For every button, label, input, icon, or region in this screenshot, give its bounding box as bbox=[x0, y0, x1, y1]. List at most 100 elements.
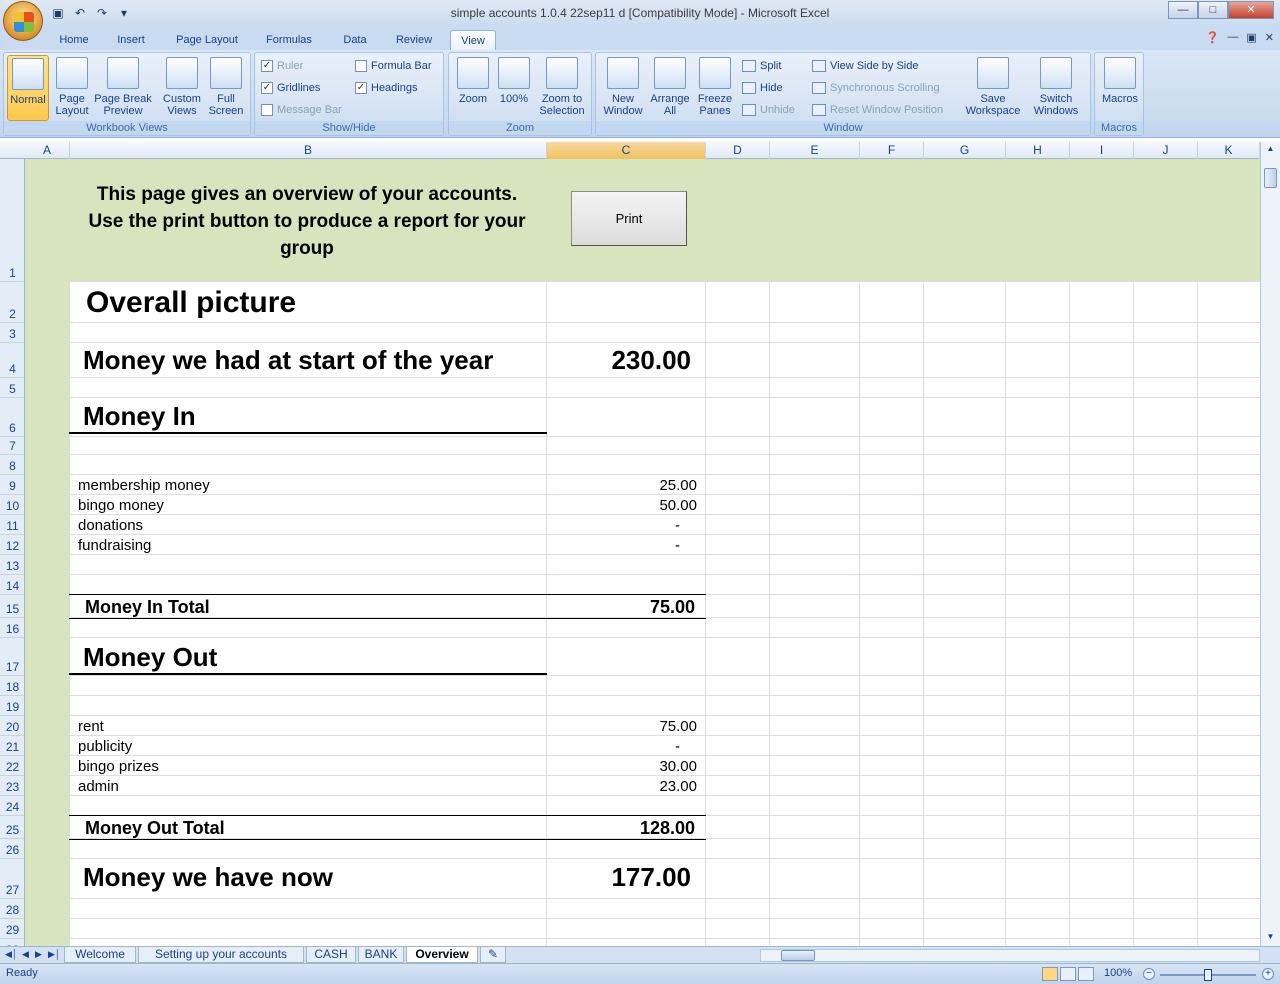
maximize-button[interactable]: □ bbox=[1198, 1, 1228, 19]
column-header[interactable]: B bbox=[70, 142, 547, 159]
normal-view-icon[interactable] bbox=[1042, 967, 1058, 981]
page-break-preview-button[interactable]: Page Break Preview bbox=[92, 55, 154, 121]
zoom-out-icon[interactable]: − bbox=[1143, 968, 1155, 980]
row-header[interactable]: 20 bbox=[0, 716, 24, 736]
new-window-button[interactable]: New Window bbox=[600, 55, 646, 121]
ruler-checkbox[interactable]: ✓ Ruler bbox=[261, 57, 303, 75]
row-header[interactable]: 15 bbox=[0, 595, 24, 618]
zoom-slider-knob[interactable] bbox=[1204, 969, 1212, 981]
row-header[interactable]: 14 bbox=[0, 575, 24, 595]
row-header[interactable]: 23 bbox=[0, 776, 24, 796]
row-header[interactable]: 1 bbox=[0, 159, 24, 282]
row-header[interactable]: 4 bbox=[0, 343, 24, 378]
row-header[interactable]: 25 bbox=[0, 816, 24, 839]
reset-window-position-button[interactable]: Reset Window Position bbox=[812, 101, 943, 119]
zoom-level[interactable]: 100% bbox=[1104, 967, 1132, 979]
prev-sheet-icon[interactable]: ◀ bbox=[22, 949, 29, 960]
column-header[interactable]: J bbox=[1134, 142, 1198, 159]
freeze-panes-button[interactable]: Freeze Panes bbox=[694, 55, 736, 121]
row-header[interactable]: 16 bbox=[0, 618, 24, 638]
tab-insert[interactable]: Insert bbox=[108, 30, 154, 50]
column-header[interactable]: E bbox=[770, 142, 860, 159]
sheet-tab-bank[interactable]: BANK bbox=[358, 947, 404, 963]
row-header[interactable]: 21 bbox=[0, 736, 24, 756]
column-header[interactable]: K bbox=[1198, 142, 1260, 159]
print-button[interactable]: Print bbox=[571, 191, 687, 246]
next-sheet-icon[interactable]: ▶ bbox=[35, 949, 42, 960]
row-header[interactable]: 13 bbox=[0, 555, 24, 575]
row-header[interactable]: 26 bbox=[0, 839, 24, 859]
row-header[interactable]: 9 bbox=[0, 475, 24, 495]
ribbon-close-icon[interactable]: ✕ bbox=[1265, 31, 1274, 44]
row-header[interactable]: 3 bbox=[0, 323, 24, 343]
sheet-tab-setting-up[interactable]: Setting up your accounts bbox=[138, 947, 304, 963]
formula-bar-checkbox[interactable]: Formula Bar bbox=[355, 57, 432, 75]
row-header[interactable]: 22 bbox=[0, 756, 24, 776]
gridlines-checkbox[interactable]: ✓ Gridlines bbox=[261, 79, 320, 97]
column-header[interactable]: G bbox=[924, 142, 1006, 159]
zoom-to-selection-button[interactable]: Zoom to Selection bbox=[535, 55, 589, 121]
view-side-by-side-button[interactable]: View Side by Side bbox=[812, 57, 918, 75]
tab-page-layout[interactable]: Page Layout bbox=[168, 30, 246, 50]
synchronous-scrolling-button[interactable]: Synchronous Scrolling bbox=[812, 79, 939, 97]
row-header[interactable]: 10 bbox=[0, 495, 24, 515]
row-header[interactable]: 8 bbox=[0, 455, 24, 475]
custom-views-button[interactable]: Custom Views bbox=[160, 55, 204, 121]
horizontal-scrollbar[interactable] bbox=[760, 949, 1260, 962]
office-button[interactable] bbox=[3, 1, 43, 41]
row-header[interactable]: 5 bbox=[0, 378, 24, 398]
row-header[interactable]: 17 bbox=[0, 638, 24, 676]
row-header[interactable]: 29 bbox=[0, 919, 24, 939]
row-header[interactable]: 30 bbox=[0, 939, 24, 946]
page-layout-view-icon[interactable] bbox=[1060, 967, 1076, 981]
sheet-tab-cash[interactable]: CASH bbox=[306, 947, 356, 963]
split-button[interactable]: Split bbox=[742, 57, 781, 75]
unhide-button[interactable]: Unhide bbox=[742, 101, 795, 119]
sheet-tab-welcome[interactable]: Welcome bbox=[64, 947, 136, 963]
zoom-in-icon[interactable]: + bbox=[1262, 968, 1274, 980]
full-screen-button[interactable]: Full Screen bbox=[206, 55, 246, 121]
zoom-button[interactable]: Zoom bbox=[453, 55, 493, 121]
switch-windows-button[interactable]: Switch Windows bbox=[1024, 55, 1088, 121]
row-header[interactable]: 7 bbox=[0, 437, 24, 455]
zoom-100-button[interactable]: 100% bbox=[495, 55, 533, 121]
page-break-view-icon[interactable] bbox=[1078, 967, 1094, 981]
normal-view-button[interactable]: Normal bbox=[7, 55, 49, 121]
hide-button[interactable]: Hide bbox=[742, 79, 783, 97]
save-workspace-button[interactable]: Save Workspace bbox=[962, 55, 1024, 121]
help-icon[interactable]: ❓ bbox=[1206, 31, 1220, 44]
row-header[interactable]: 27 bbox=[0, 859, 24, 899]
last-sheet-icon[interactable]: ▶│ bbox=[48, 949, 61, 960]
row-header[interactable]: 6 bbox=[0, 398, 24, 437]
row-header[interactable]: 11 bbox=[0, 515, 24, 535]
arrange-all-button[interactable]: Arrange All bbox=[648, 55, 692, 121]
row-header[interactable]: 12 bbox=[0, 535, 24, 555]
close-button[interactable]: ✕ bbox=[1228, 1, 1274, 19]
row-header[interactable]: 18 bbox=[0, 676, 24, 696]
row-header[interactable]: 2 bbox=[0, 282, 24, 323]
row-header[interactable]: 24 bbox=[0, 796, 24, 816]
scroll-up-icon[interactable]: ▲ bbox=[1264, 144, 1277, 156]
scroll-down-icon[interactable]: ▼ bbox=[1264, 932, 1277, 944]
tab-view[interactable]: View bbox=[450, 30, 496, 50]
column-header[interactable]: D bbox=[706, 142, 770, 159]
tab-data[interactable]: Data bbox=[334, 30, 376, 50]
ribbon-minimize-icon[interactable]: — bbox=[1227, 31, 1238, 44]
column-header[interactable]: F bbox=[860, 142, 924, 159]
message-bar-checkbox[interactable]: Message Bar bbox=[261, 101, 342, 119]
first-sheet-icon[interactable]: ◀│ bbox=[5, 949, 18, 960]
column-header[interactable]: C bbox=[547, 142, 706, 159]
page-layout-view-button[interactable]: Page Layout bbox=[52, 55, 92, 121]
minimize-button[interactable]: — bbox=[1168, 1, 1198, 19]
horizontal-scroll-thumb[interactable] bbox=[781, 950, 815, 961]
worksheet-grid[interactable]: This page gives an overview of your acco… bbox=[25, 159, 1260, 946]
column-header[interactable]: H bbox=[1006, 142, 1070, 159]
row-header[interactable]: 19 bbox=[0, 696, 24, 716]
vertical-scroll-thumb[interactable] bbox=[1264, 168, 1277, 188]
tab-home[interactable]: Home bbox=[52, 30, 96, 50]
tab-formulas[interactable]: Formulas bbox=[258, 30, 320, 50]
macros-button[interactable]: Macros bbox=[1099, 55, 1141, 121]
insert-sheet-icon[interactable]: ✎ bbox=[480, 947, 506, 963]
vertical-scrollbar[interactable]: ▲ ▼ bbox=[1260, 142, 1280, 946]
sheet-tab-overview[interactable]: Overview bbox=[406, 947, 478, 963]
